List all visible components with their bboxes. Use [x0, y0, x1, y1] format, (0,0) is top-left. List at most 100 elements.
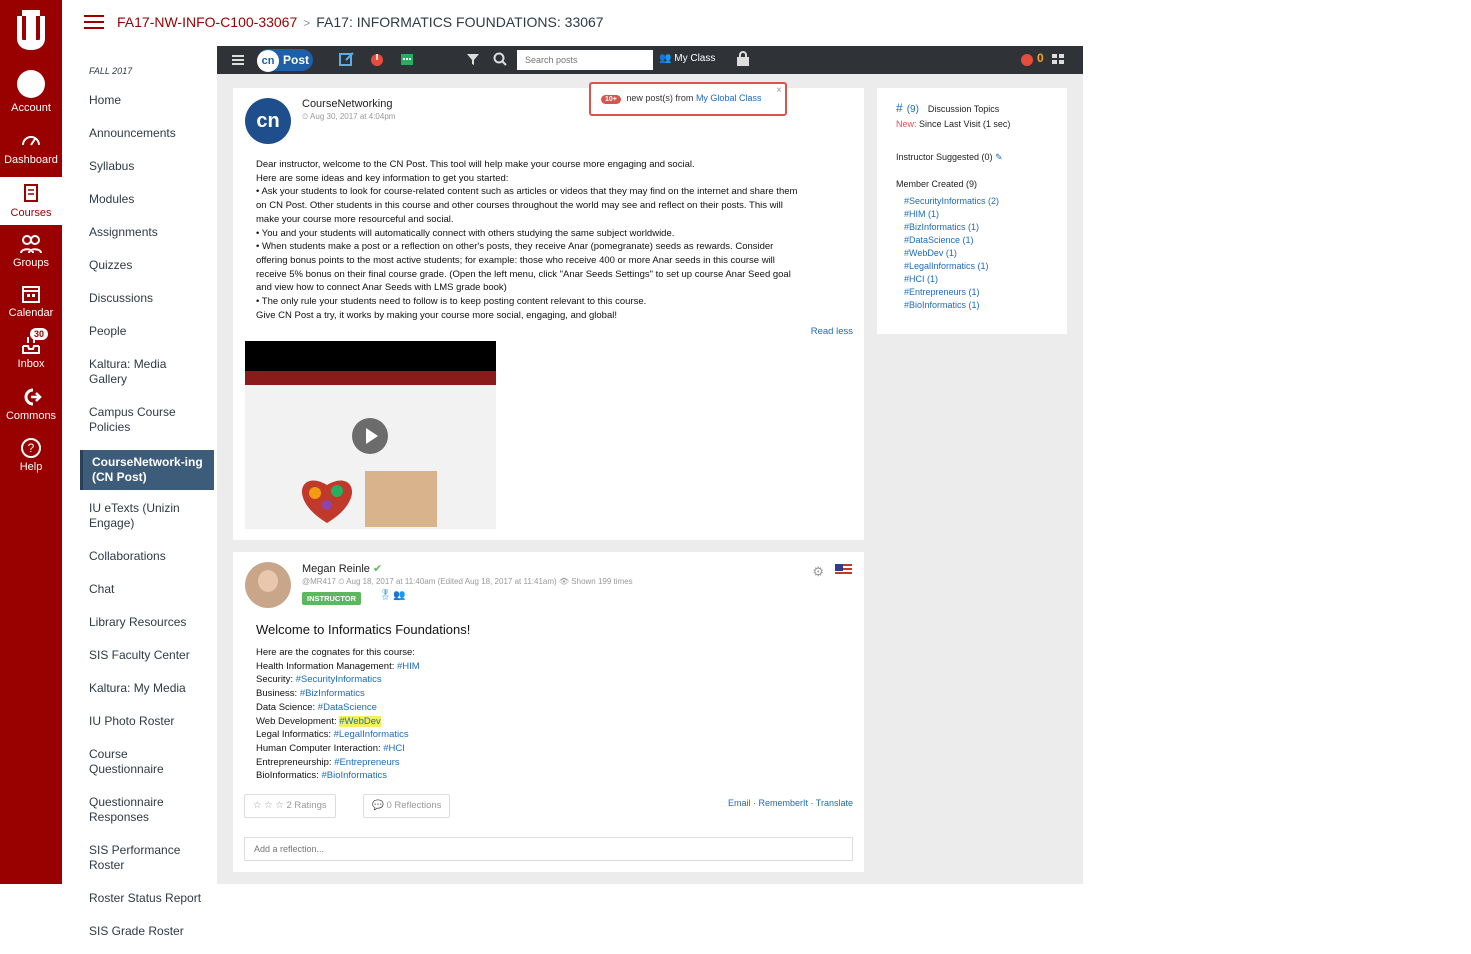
course-nav-item[interactable]: Modules [80, 189, 214, 210]
topics-count: (9) [906, 104, 919, 115]
course-nav-item[interactable]: SIS Faculty Center [80, 645, 214, 666]
course-nav-item[interactable]: Assignments [80, 222, 214, 243]
course-nav-item[interactable]: Chat [80, 579, 214, 600]
breadcrumb-course-link[interactable]: FA17-NW-INFO-C100-33067 [117, 14, 297, 30]
search-icon[interactable] [492, 51, 508, 67]
anar-count-icon[interactable] [1019, 51, 1035, 67]
topic-item[interactable]: #SecurityInformatics (2) [904, 195, 999, 208]
read-less-link[interactable]: Read less [811, 326, 853, 337]
reflection-icon: 💬 [372, 800, 384, 811]
course-nav-item[interactable]: Quizzes [80, 255, 214, 276]
hashtag-link[interactable]: #HIM [397, 661, 420, 672]
compose-icon[interactable] [339, 51, 355, 67]
topic-item[interactable]: #HIM (1) [904, 208, 999, 221]
course-nav-item[interactable]: Collaborations [80, 546, 214, 567]
cn-post-logo[interactable]: cn Post [257, 49, 313, 72]
topic-item[interactable]: #WebDev (1) [904, 247, 999, 260]
verified-icon: ✔ [372, 563, 383, 575]
nav-courses[interactable]: Courses [0, 177, 62, 225]
iu-logo-icon[interactable] [14, 8, 48, 52]
hashtag-link[interactable]: #WebDev [339, 715, 381, 727]
course-nav-item[interactable]: CourseNetwork-ing (CN Post) [80, 450, 214, 490]
post-intro: Here are the cognates for this course: [256, 647, 415, 658]
course-nav-item[interactable]: Discussions [80, 288, 214, 309]
hashtag-link[interactable]: #HCI [383, 743, 405, 754]
filter-icon[interactable] [465, 51, 481, 67]
inbox-count-badge: 30 [30, 328, 49, 340]
post-author[interactable]: Megan Reinle ✔ [302, 562, 382, 575]
gear-icon[interactable]: ⚙ [812, 564, 824, 580]
courses-icon [24, 184, 38, 202]
post-author[interactable]: CourseNetworking [302, 98, 392, 110]
topic-item[interactable]: #LegalInformatics (1) [904, 260, 999, 273]
post-body-line: offering bonus points to the most active… [256, 254, 775, 266]
pencil-icon[interactable]: ✎ [995, 152, 1003, 162]
course-nav-item[interactable]: Home [80, 90, 214, 111]
topic-item[interactable]: #DataScience (1) [904, 234, 999, 247]
cn-menu-icon[interactable] [232, 55, 244, 65]
topic-item[interactable]: #BioInformatics (1) [904, 299, 999, 312]
breadcrumb-separator-icon: > [303, 16, 311, 30]
course-nav-item[interactable]: IU eTexts (Unizin Engage) [80, 498, 214, 534]
grid-menu-icon[interactable] [1050, 51, 1066, 67]
author-avatar[interactable]: cn [245, 98, 291, 144]
topic-item[interactable]: #HCI (1) [904, 273, 999, 286]
hashtag-link[interactable]: #LegalInformatics [334, 729, 409, 740]
course-nav-item[interactable]: Questionnaire Responses [80, 792, 214, 828]
course-nav-item[interactable]: Kaltura: Media Gallery [80, 354, 214, 390]
course-nav-item[interactable]: People [80, 321, 214, 342]
post-card: cn CourseNetworking ⏲ Aug 30, 2017 at 4:… [233, 88, 864, 540]
nav-calendar[interactable]: Calendar [0, 283, 62, 319]
reflections-label: 0 Reflections [386, 800, 442, 811]
post-date-text: Aug 30, 2017 at 4:04pm [310, 112, 396, 121]
instructor-suggested[interactable]: Instructor Suggested (0) ✎ [896, 152, 1003, 163]
course-nav-item[interactable]: Course Questionnaire [80, 744, 214, 780]
hashtag-link[interactable]: #DataScience [318, 702, 377, 713]
nav-help[interactable]: ? Help [0, 437, 62, 473]
course-nav-item[interactable]: Roster Status Report [80, 888, 214, 909]
nav-commons[interactable]: Commons [0, 386, 62, 422]
cognate-label: Health Information Management: [256, 660, 395, 672]
cognate-row: Web Development: #WebDev [256, 715, 420, 729]
anar-seed-icon[interactable] [369, 51, 385, 67]
reflections-button[interactable]: 💬 0 Reflections [363, 794, 451, 818]
hashtag-link[interactable]: #SecurityInformatics [296, 674, 382, 685]
topic-item[interactable]: #Entrepreneurs (1) [904, 286, 999, 299]
hashtag-link[interactable]: #BizInformatics [300, 688, 365, 699]
course-nav-item[interactable]: Syllabus [80, 156, 214, 177]
nav-groups[interactable]: Groups [0, 233, 62, 269]
my-class-button[interactable]: 👥 My Class [659, 53, 715, 64]
nav-account[interactable]: Account [0, 70, 62, 114]
author-avatar[interactable] [245, 562, 291, 608]
post-date: ⏲ Aug 30, 2017 at 4:04pm [302, 112, 396, 121]
topic-item[interactable]: #BizInformatics (1) [904, 221, 999, 234]
post-meta: @MR417 ⏲ Aug 18, 2017 at 11:40am (Edited… [302, 577, 633, 586]
course-nav-item[interactable]: Kaltura: My Media [80, 678, 214, 699]
hashtag-link[interactable]: #BioInformatics [321, 770, 386, 781]
course-nav-item[interactable]: Announcements [80, 123, 214, 144]
follow-user-icon[interactable]: 👥 [393, 590, 405, 601]
course-nav-item[interactable]: Campus Course Policies [80, 402, 214, 438]
course-nav-item[interactable]: SIS Grade Roster [80, 921, 214, 942]
cn-logo-text: Post [283, 53, 310, 67]
nav-inbox[interactable]: 30 Inbox [0, 328, 62, 370]
add-reflection-input[interactable] [244, 837, 853, 861]
video-player[interactable] [245, 341, 496, 529]
course-nav-item[interactable]: SIS Performance Roster [80, 840, 214, 876]
play-icon[interactable] [352, 418, 388, 454]
my-global-class-link[interactable]: My Global Class [696, 93, 762, 103]
search-posts-input[interactable] [517, 50, 653, 70]
calendar-icon [22, 286, 40, 303]
new-posts-notification[interactable]: 10+ new post(s) from My Global Class × [589, 82, 787, 116]
post-actions[interactable]: Email · RememberIt · Translate [728, 798, 853, 808]
post-body-line: on CN Post. Other students in this cours… [256, 200, 783, 212]
hashtag-link[interactable]: #Entrepreneurs [334, 757, 399, 768]
close-icon[interactable]: × [776, 85, 782, 96]
ratings-button[interactable]: ☆ ☆ ☆ 2 Ratings [244, 794, 336, 818]
lock-icon[interactable] [735, 51, 751, 67]
course-nav-item[interactable]: IU Photo Roster [80, 711, 214, 732]
course-nav-item[interactable]: Library Resources [80, 612, 214, 633]
nav-dashboard[interactable]: Dashboard [0, 130, 62, 166]
calendar-icon[interactable] [399, 51, 415, 67]
course-menu-toggle-icon[interactable] [84, 15, 104, 29]
